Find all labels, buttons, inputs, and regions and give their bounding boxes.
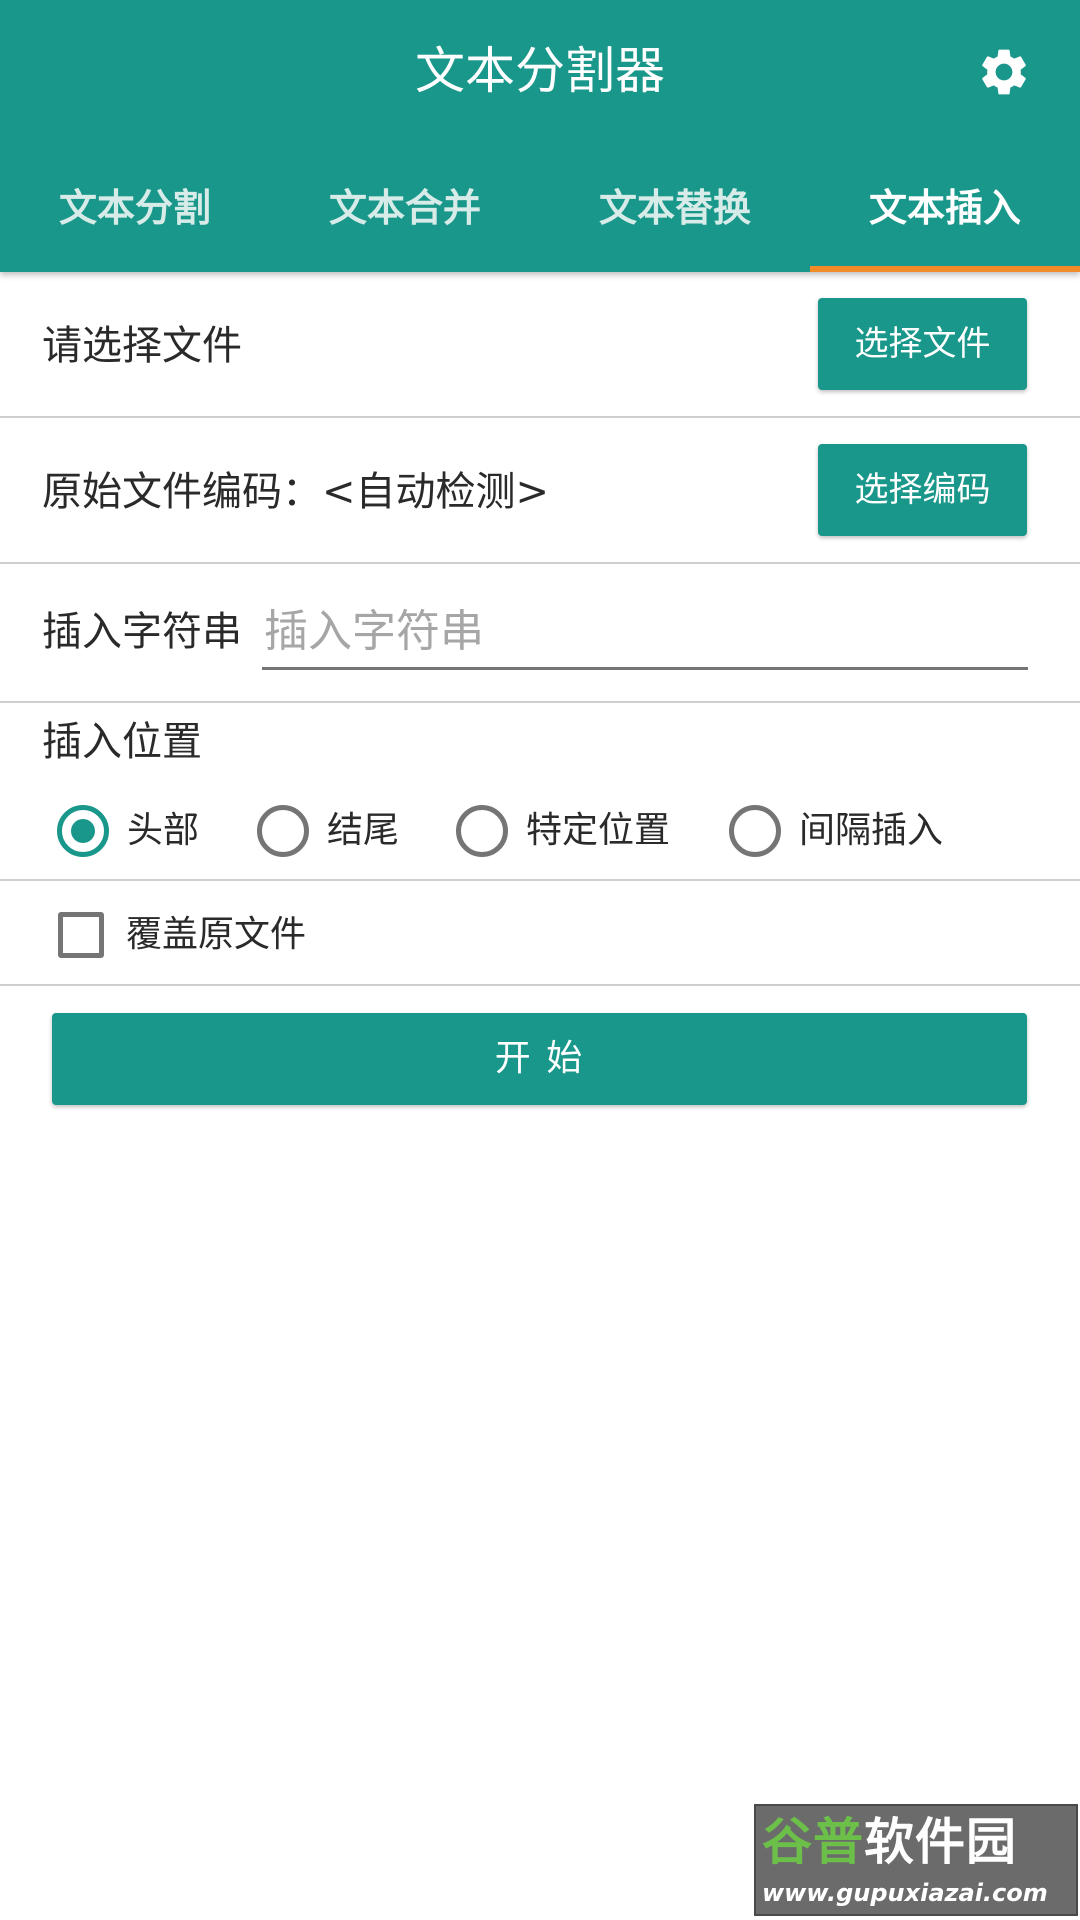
start-button[interactable]: 开 始 xyxy=(52,1013,1027,1105)
encoding-row: 原始文件编码：<自动检测> 选择编码 xyxy=(0,418,1080,564)
insert-string-input[interactable] xyxy=(262,596,1028,670)
app-title: 文本分割器 xyxy=(415,42,665,100)
radio-interval-insert-label: 间隔插入 xyxy=(799,810,944,851)
settings-button[interactable] xyxy=(976,44,1036,100)
radio-specific-position-label: 特定位置 xyxy=(526,810,671,851)
insert-position-radio-group: 头部 结尾 特定位置 间隔插入 xyxy=(0,800,1080,862)
choose-encoding-button[interactable]: 选择编码 xyxy=(818,444,1027,536)
radio-specific-position-indicator xyxy=(456,805,508,857)
radio-head-indicator xyxy=(57,805,109,857)
tab-text-split[interactable]: 文本分割 xyxy=(0,160,270,272)
file-select-label: 请选择文件 xyxy=(42,323,242,369)
radio-interval-insert-indicator xyxy=(729,805,781,857)
radio-head-label: 头部 xyxy=(127,810,200,851)
tab-text-merge[interactable]: 文本合并 xyxy=(270,160,540,272)
watermark-logo-text: 谷普软件园 xyxy=(762,1813,1017,1871)
watermark-url: www.gupuxiazai.com xyxy=(762,1879,1048,1907)
watermark-logo-text-green: 谷普 xyxy=(762,1813,864,1871)
file-select-row: 请选择文件 选择文件 xyxy=(0,272,1080,418)
tab-text-replace[interactable]: 文本替换 xyxy=(540,160,810,272)
radio-tail-label: 结尾 xyxy=(327,810,400,851)
insert-position-label: 插入位置 xyxy=(42,719,202,765)
tab-text-insert[interactable]: 文本插入 xyxy=(810,160,1080,272)
encoding-label: 原始文件编码：<自动检测> xyxy=(42,469,550,515)
radio-tail-indicator xyxy=(257,805,309,857)
insert-string-label: 插入字符串 xyxy=(42,609,242,655)
choose-file-button[interactable]: 选择文件 xyxy=(818,298,1027,390)
gear-icon xyxy=(982,49,1026,95)
overwrite-checkbox-box xyxy=(58,912,104,958)
app-bar: 文本分割器 文本分割 文本合并 文本替换 文本插入 xyxy=(0,0,1080,272)
watermark-logo: 谷普软件园 www.gupuxiazai.com xyxy=(754,1804,1078,1916)
overwrite-checkbox-label: 覆盖原文件 xyxy=(126,914,307,955)
tab-bar: 文本分割 文本合并 文本替换 文本插入 xyxy=(0,160,1080,272)
